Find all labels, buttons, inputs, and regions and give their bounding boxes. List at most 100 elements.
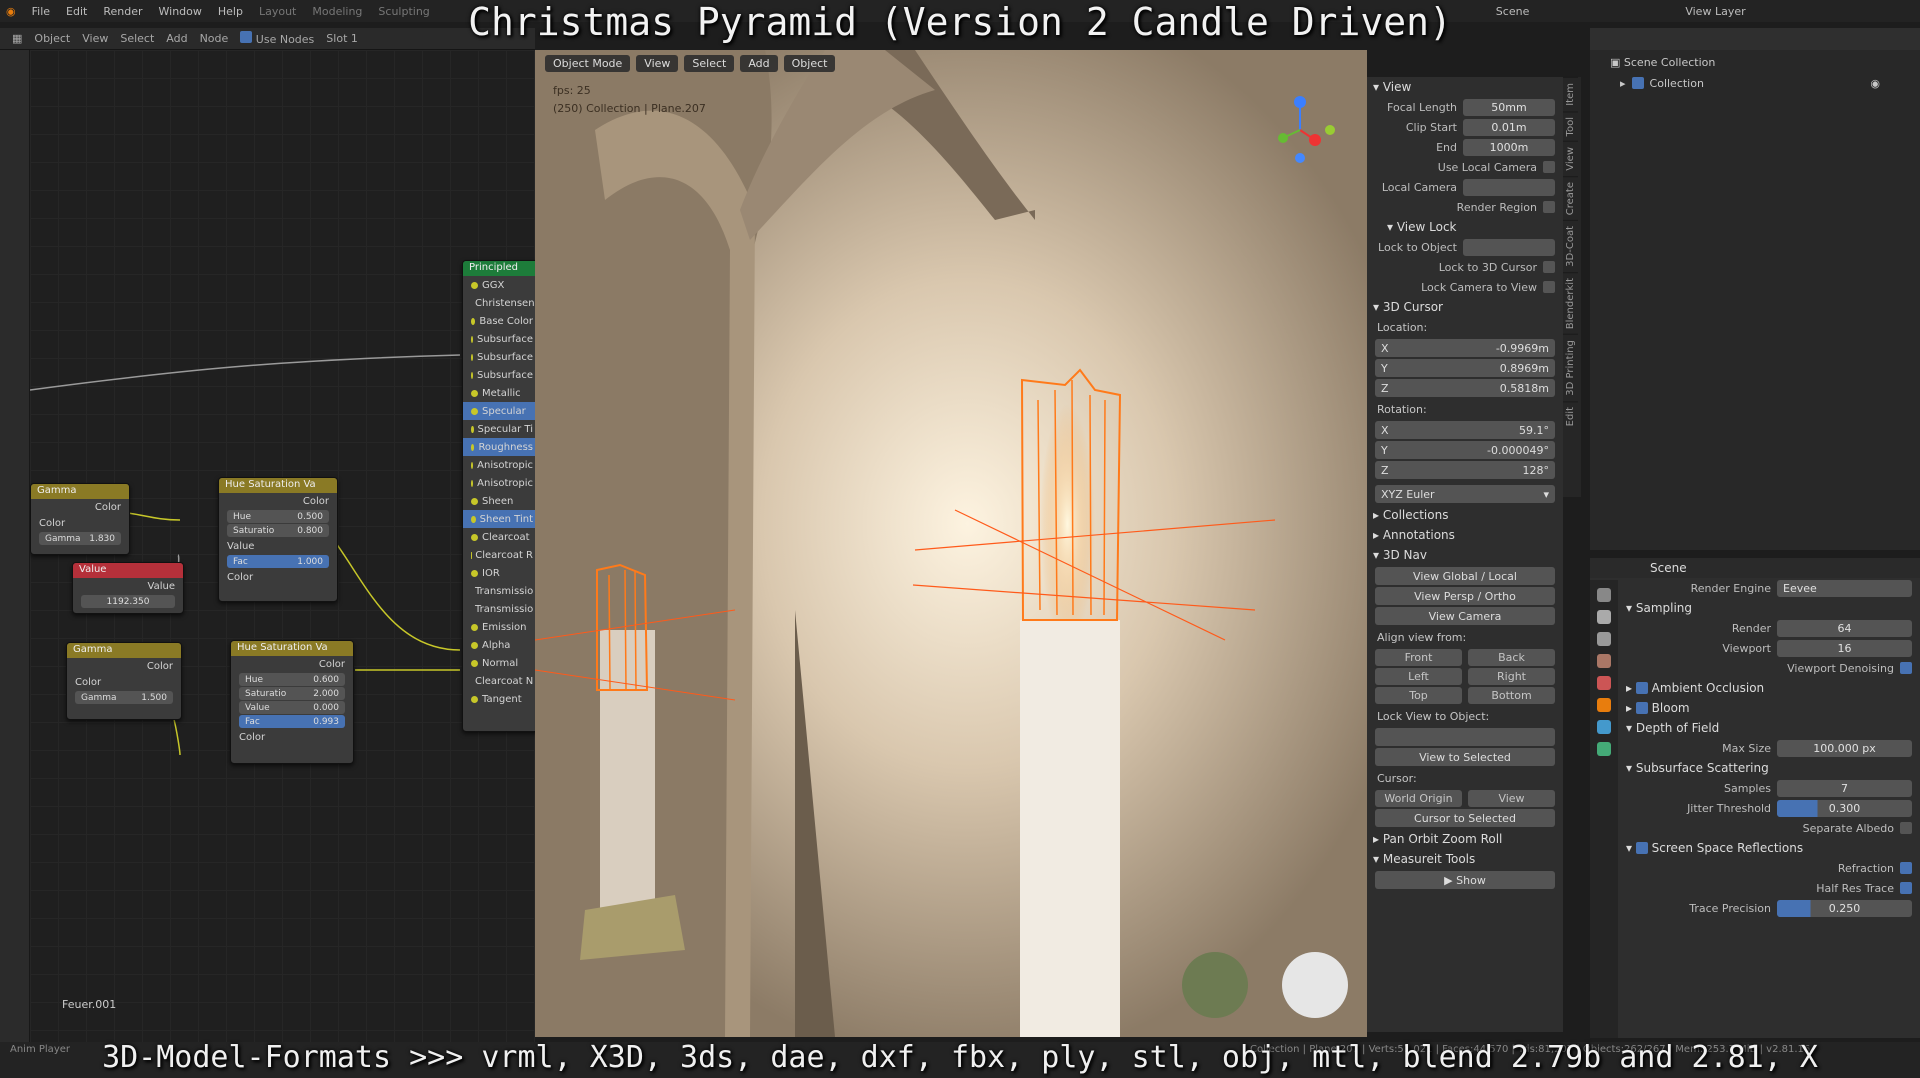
principled-input[interactable]: Specular Ti (463, 420, 535, 438)
jitter-threshold-slider[interactable]: 0.300 (1777, 799, 1912, 817)
bloom-header[interactable]: ▸ Bloom (1620, 698, 1920, 718)
socket-icon[interactable] (471, 317, 476, 325)
3d-viewport[interactable]: Object Mode View Select Add Object fps: … (535, 50, 1367, 1037)
socket-icon[interactable] (471, 641, 478, 649)
gamma-field[interactable]: Gamma 1.500 (75, 691, 173, 704)
tool-tab-icon[interactable] (1597, 588, 1611, 602)
sidebar-tab[interactable]: Item (1563, 77, 1578, 111)
socket-icon[interactable] (471, 515, 476, 523)
principled-input[interactable]: Subsurface (463, 366, 535, 384)
hue-field[interactable]: Hue 0.500 (227, 510, 329, 523)
value-node[interactable]: Value Value 1192.350 (72, 562, 184, 614)
principled-input[interactable]: Specular (463, 402, 535, 420)
view-to-selected-button[interactable]: View to Selected (1375, 748, 1555, 766)
socket-icon[interactable] (471, 659, 478, 667)
panel-3d-cursor-header[interactable]: ▾ 3D Cursor (1367, 297, 1563, 317)
material-tab-icon[interactable] (1597, 742, 1611, 756)
principled-input[interactable]: Transmissio (463, 600, 535, 618)
menu-window[interactable]: Window (159, 5, 202, 18)
lock-to-object-field[interactable] (1463, 238, 1555, 256)
viewport-samples-field[interactable]: 16 (1777, 639, 1912, 657)
principled-input[interactable]: Subsurface (463, 330, 535, 348)
fac-field[interactable]: Fac 1.000 (227, 555, 329, 568)
clip-end-field[interactable]: 1000m (1463, 138, 1555, 156)
viewport-menu-view[interactable]: View (636, 54, 679, 72)
render-samples-field[interactable]: 64 (1777, 619, 1912, 637)
principled-input[interactable]: Clearcoat (463, 528, 535, 546)
world-origin-button[interactable]: World Origin (1375, 790, 1462, 807)
eye-icon[interactable]: ◉ (1870, 77, 1880, 90)
view-layer-selector[interactable]: View Layer (1685, 5, 1745, 18)
local-camera-field[interactable] (1463, 178, 1555, 196)
lock-camera-checkbox[interactable] (1543, 281, 1555, 293)
socket-icon[interactable] (471, 353, 473, 361)
principled-input[interactable]: Subsurface (463, 348, 535, 366)
render-engine-dropdown[interactable]: Eevee (1777, 579, 1912, 597)
render-tab-icon[interactable] (1597, 610, 1611, 624)
panel-3d-nav-header[interactable]: ▾ 3D Nav (1367, 545, 1563, 565)
socket-icon[interactable] (471, 533, 478, 541)
principled-input[interactable]: Base Color (463, 312, 535, 330)
cursor-to-selected-button[interactable]: Cursor to Selected (1375, 809, 1555, 827)
principled-input[interactable]: IOR (463, 564, 535, 582)
sidebar-tab[interactable]: 3D Printing (1563, 334, 1578, 401)
principled-input[interactable]: Anisotropic (463, 474, 535, 492)
object-mode-dropdown[interactable]: Object Mode (545, 54, 631, 72)
socket-icon[interactable] (471, 695, 478, 703)
rotation-mode-dropdown[interactable]: XYZ Euler ▾ (1375, 485, 1555, 503)
principled-input[interactable]: Tangent (463, 690, 535, 708)
sidebar-tab[interactable]: Blenderkit (1563, 272, 1578, 335)
trace-precision-slider[interactable]: 0.250 (1777, 899, 1912, 917)
sss-samples-field[interactable]: 7 (1777, 779, 1912, 797)
panel-pan-orbit-header[interactable]: ▸ Pan Orbit Zoom Roll (1367, 829, 1563, 849)
depth-of-field-header[interactable]: ▾ Depth of Field (1620, 718, 1920, 738)
cursor-x-field[interactable]: X -0.9969m (1375, 339, 1555, 357)
socket-icon[interactable] (471, 335, 473, 343)
view-front-button[interactable]: Front (1375, 649, 1462, 666)
collection-row[interactable]: ▸ Collection ◉ (1590, 75, 1920, 92)
socket-icon[interactable] (471, 281, 478, 289)
view-lock-header[interactable]: ▾ View Lock (1367, 217, 1563, 237)
saturation-field[interactable]: Saturatio 2.000 (239, 687, 345, 700)
clip-start-field[interactable]: 0.01m (1463, 118, 1555, 136)
scene-tab-icon[interactable] (1597, 654, 1611, 668)
viewport-denoising-checkbox[interactable] (1900, 662, 1912, 674)
use-local-camera-checkbox[interactable] (1543, 161, 1555, 173)
gamma-node-2[interactable]: Gamma Color Color Gamma 1.500 (66, 642, 182, 720)
output-tab-icon[interactable] (1597, 632, 1611, 646)
workspace-tab-sculpting[interactable]: Sculpting (378, 5, 429, 18)
hue-field[interactable]: Hue 0.600 (239, 673, 345, 686)
sidebar-tab[interactable]: Tool (1563, 110, 1578, 142)
workspace-tab-modeling[interactable]: Modeling (312, 5, 362, 18)
value-field[interactable]: Value 0.000 (239, 701, 345, 714)
lock-view-object-field[interactable] (1375, 728, 1555, 746)
ssr-header[interactable]: ▾ Screen Space Reflections (1620, 838, 1920, 858)
view-persp-ortho-button[interactable]: View Persp / Ortho (1375, 587, 1555, 605)
principled-input[interactable]: Clearcoat R (463, 546, 535, 564)
view-back-button[interactable]: Back (1468, 649, 1555, 666)
cursor-y-field[interactable]: Y 0.8969m (1375, 359, 1555, 377)
view-left-button[interactable]: Left (1375, 668, 1462, 685)
principled-input[interactable]: Normal (463, 654, 535, 672)
viewport-menu-add[interactable]: Add (740, 54, 778, 72)
navigation-gizmo-icon[interactable] (1265, 90, 1335, 170)
scene-selector[interactable]: Scene (1496, 5, 1530, 18)
gamma-field[interactable]: Gamma 1.830 (39, 532, 121, 545)
principled-input[interactable]: Sheen (463, 492, 535, 510)
refraction-checkbox[interactable] (1900, 862, 1912, 874)
ambient-occlusion-header[interactable]: ▸ Ambient Occlusion (1620, 678, 1920, 698)
panel-annotations-header[interactable]: ▸ Annotations (1367, 525, 1563, 545)
separate-albedo-checkbox[interactable] (1900, 822, 1912, 834)
socket-icon[interactable] (471, 407, 478, 415)
node-menu-node[interactable]: Node (200, 32, 229, 45)
principled-input[interactable]: Emission (463, 618, 535, 636)
rotation-y-field[interactable]: Y -0.000049° (1375, 441, 1555, 459)
viewport-menu-select[interactable]: Select (684, 54, 735, 72)
socket-icon[interactable] (471, 623, 478, 631)
use-nodes-checkbox[interactable]: Use Nodes (240, 31, 314, 46)
shader-type-select[interactable]: Object (34, 32, 70, 45)
view-bottom-button[interactable]: Bottom (1468, 687, 1555, 704)
principled-input[interactable]: Transmissio (463, 582, 535, 600)
menu-render[interactable]: Render (103, 5, 142, 18)
socket-icon[interactable] (471, 497, 478, 505)
